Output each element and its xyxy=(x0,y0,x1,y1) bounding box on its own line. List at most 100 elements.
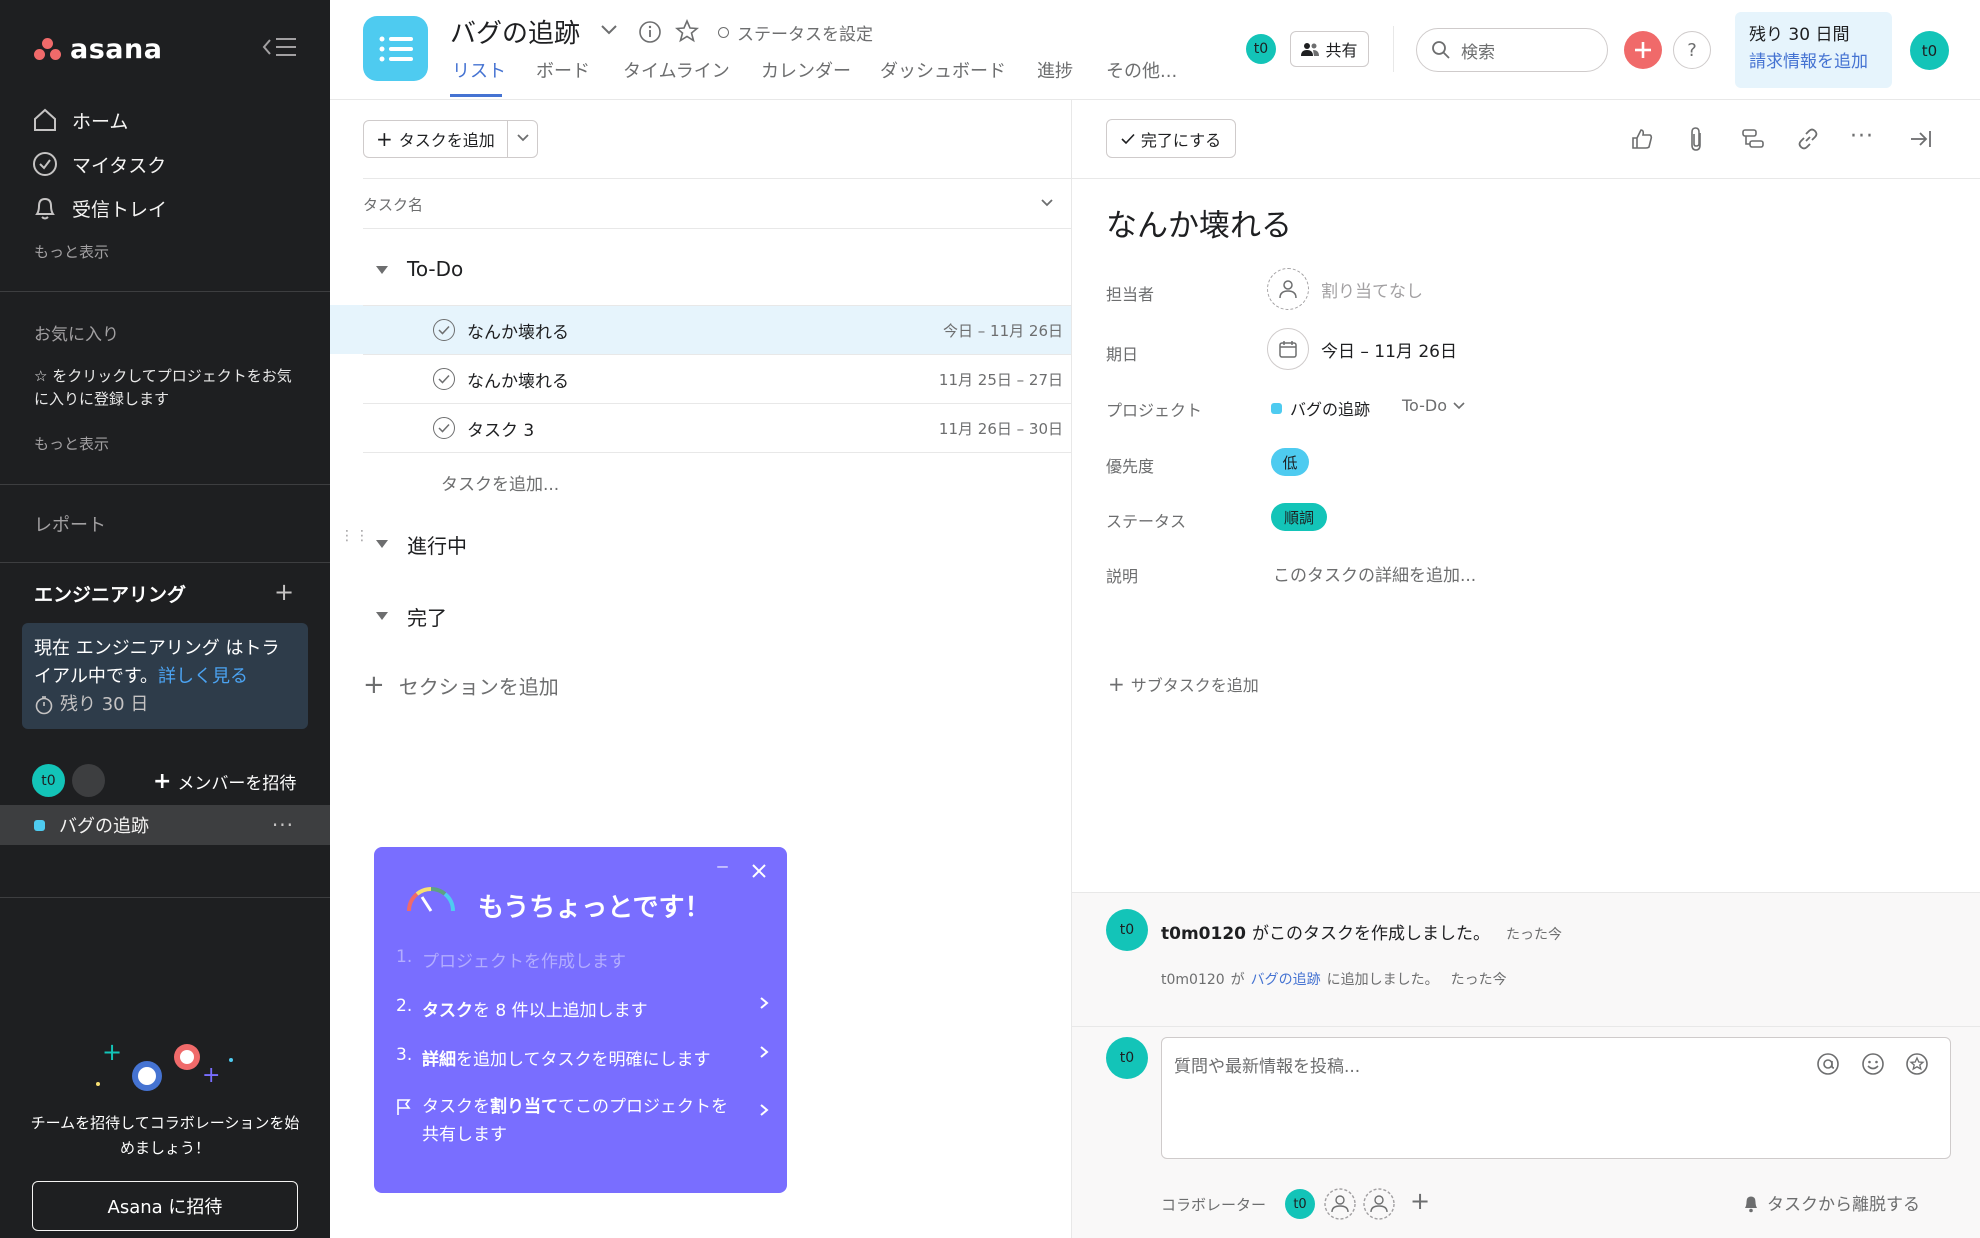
reports-link[interactable]: レポート xyxy=(34,511,106,537)
tab-list[interactable]: リスト xyxy=(452,57,506,83)
collapse-sidebar-icon[interactable] xyxy=(262,36,298,58)
add-task-inline[interactable]: タスクを追加... xyxy=(441,470,559,495)
task-name[interactable]: なんか壊れる xyxy=(467,318,569,343)
task-row[interactable]: なんか壊れる 11月 25日 – 27日 xyxy=(363,355,1071,404)
avatar[interactable]: t0 xyxy=(1246,34,1276,64)
add-section-button[interactable]: + セクションを追加 xyxy=(363,670,559,700)
add-subtask-button[interactable]: + サブタスクを追加 xyxy=(1108,672,1259,696)
section-collapse-icon[interactable] xyxy=(375,611,389,621)
more-options-icon[interactable]: ··· xyxy=(272,813,294,837)
section-dropdown[interactable]: To-Do xyxy=(1402,396,1465,415)
add-team-item-icon[interactable]: + xyxy=(274,578,294,606)
tab-progress[interactable]: 進捗 xyxy=(1037,57,1073,83)
team-name[interactable]: エンジニアリング xyxy=(34,580,186,607)
leave-task-button[interactable]: タスクから離脱する xyxy=(1741,1190,1920,1215)
priority-badge[interactable]: 低 xyxy=(1271,448,1309,476)
item-text: を 8 件以上追加します xyxy=(473,1001,648,1021)
task-due-date[interactable]: 11月 25日 – 27日 xyxy=(939,369,1063,390)
avatar[interactable]: t0 xyxy=(32,764,65,797)
task-row[interactable]: なんか壊れる 今日 – 11月 26日 xyxy=(363,306,1071,355)
emoji-icon[interactable] xyxy=(1861,1052,1885,1076)
mention-icon[interactable] xyxy=(1816,1052,1840,1076)
asana-logo-icon xyxy=(34,37,62,62)
description-field[interactable]: このタスクの詳細を追加... xyxy=(1273,561,1476,586)
task-title[interactable]: なんか壊れる xyxy=(1106,200,1292,245)
appreciation-star-icon[interactable] xyxy=(1905,1052,1929,1076)
section-title[interactable]: 進行中 xyxy=(407,530,467,559)
chevron-down-icon[interactable] xyxy=(600,22,618,36)
checklist-item[interactable]: タスクを割り当ててこのプロジェクトを共有します xyxy=(396,1093,769,1149)
chevron-down-icon[interactable] xyxy=(516,133,530,143)
asana-logo[interactable]: asana xyxy=(34,34,162,65)
help-button[interactable]: ? xyxy=(1673,31,1711,69)
section-collapse-icon[interactable] xyxy=(375,265,389,275)
mark-complete-button[interactable]: 完了にする xyxy=(1106,119,1236,158)
collaborator-placeholder-icon[interactable] xyxy=(1323,1187,1357,1221)
project-list-icon[interactable] xyxy=(363,16,428,81)
sidebar-item-inbox[interactable]: 受信トレイ xyxy=(32,192,167,224)
checklist-item[interactable]: 3. 詳細 を追加してタスクを明確にします xyxy=(396,1045,769,1070)
quick-add-button[interactable] xyxy=(1624,31,1662,69)
sidebar-item-my-tasks[interactable]: マイタスク xyxy=(32,148,166,180)
complete-task-icon[interactable] xyxy=(433,368,455,390)
user-avatar[interactable]: t0 xyxy=(1910,31,1949,70)
tab-dashboard[interactable]: ダッシュボード xyxy=(880,57,1006,83)
drag-handle-icon[interactable]: ⋮⋮ xyxy=(340,529,370,543)
feed-user[interactable]: t0m0120 xyxy=(1161,972,1225,988)
like-icon[interactable] xyxy=(1630,127,1654,151)
section-title[interactable]: To-Do xyxy=(407,257,463,281)
star-icon[interactable] xyxy=(675,19,699,43)
learn-more-link[interactable]: 詳しく見る xyxy=(158,666,248,687)
avatar-placeholder[interactable] xyxy=(72,764,105,797)
attachment-icon[interactable] xyxy=(1686,126,1706,152)
close-pane-icon[interactable] xyxy=(1909,127,1933,151)
task-due-date[interactable]: 今日 – 11月 26日 xyxy=(943,320,1063,341)
tab-calendar[interactable]: カレンダー xyxy=(761,57,851,83)
search-input[interactable]: 検索 xyxy=(1416,28,1608,72)
chevron-down-icon[interactable] xyxy=(1040,198,1054,208)
section-collapse-icon[interactable] xyxy=(375,539,389,549)
page-title[interactable]: バグの追跡 xyxy=(450,13,580,50)
task-name[interactable]: なんか壊れる xyxy=(467,367,569,392)
add-task-button[interactable]: + タスクを追加 xyxy=(363,120,538,158)
checklist-item[interactable]: 2. タスク を 8 件以上追加します xyxy=(396,996,769,1021)
tab-more[interactable]: その他... xyxy=(1106,57,1177,83)
set-status-button[interactable]: ステータスを設定 xyxy=(718,20,873,45)
avatar[interactable]: t0 xyxy=(1285,1189,1315,1219)
feed-project-link[interactable]: バグの追跡 xyxy=(1251,969,1321,989)
due-date-field[interactable]: 今日 – 11月 26日 xyxy=(1267,328,1457,370)
add-billing-link[interactable]: 請求情報を追加 xyxy=(1749,49,1878,76)
complete-task-icon[interactable] xyxy=(433,417,455,439)
avatar[interactable]: t0 xyxy=(1106,909,1148,951)
info-icon[interactable] xyxy=(638,20,662,44)
feed-user[interactable]: t0m0120 xyxy=(1161,924,1246,944)
show-more-link[interactable]: もっと表示 xyxy=(34,433,109,454)
assignee-field[interactable]: 割り当てなし xyxy=(1267,268,1423,310)
close-icon[interactable] xyxy=(751,863,767,879)
task-due-date[interactable]: 11月 26日 – 30日 xyxy=(939,418,1063,439)
more-actions-icon[interactable]: ··· xyxy=(1850,124,1874,149)
status-badge[interactable]: 順調 xyxy=(1271,503,1327,531)
column-header-task-name[interactable]: タスク名 xyxy=(363,194,423,215)
link-icon[interactable] xyxy=(1796,127,1820,151)
show-more-link[interactable]: もっと表示 xyxy=(34,241,109,262)
task-name[interactable]: タスク 3 xyxy=(467,416,534,441)
add-collaborator-icon[interactable]: + xyxy=(1410,1187,1430,1215)
section-title[interactable]: 完了 xyxy=(407,602,447,631)
complete-task-icon[interactable] xyxy=(433,319,455,341)
subtask-icon[interactable] xyxy=(1741,127,1765,151)
invite-members-button[interactable]: + メンバーを招待 xyxy=(153,769,296,794)
favorites-hint: ☆ をクリックしてプロジェクトをお気に入りに登録します xyxy=(34,367,292,408)
project-field[interactable]: バグの追跡 xyxy=(1271,396,1370,420)
collaborator-placeholder-icon[interactable] xyxy=(1362,1187,1396,1221)
minimize-icon[interactable]: – xyxy=(716,851,729,881)
trial-chip[interactable]: 残り 30 日間 請求情報を追加 xyxy=(1735,12,1892,88)
sidebar-item-project[interactable]: バグの追跡 ··· xyxy=(0,805,330,845)
task-row[interactable]: タスク 3 11月 26日 – 30日 xyxy=(363,404,1071,453)
share-button[interactable]: 共有 xyxy=(1290,31,1369,67)
tab-timeline[interactable]: タイムライン xyxy=(623,57,730,83)
tab-board[interactable]: ボード xyxy=(536,57,590,83)
comment-input[interactable]: 質問や最新情報を投稿... xyxy=(1161,1037,1951,1159)
invite-to-asana-button[interactable]: Asana に招待 xyxy=(32,1181,298,1231)
sidebar-item-home[interactable]: ホーム xyxy=(32,104,128,136)
